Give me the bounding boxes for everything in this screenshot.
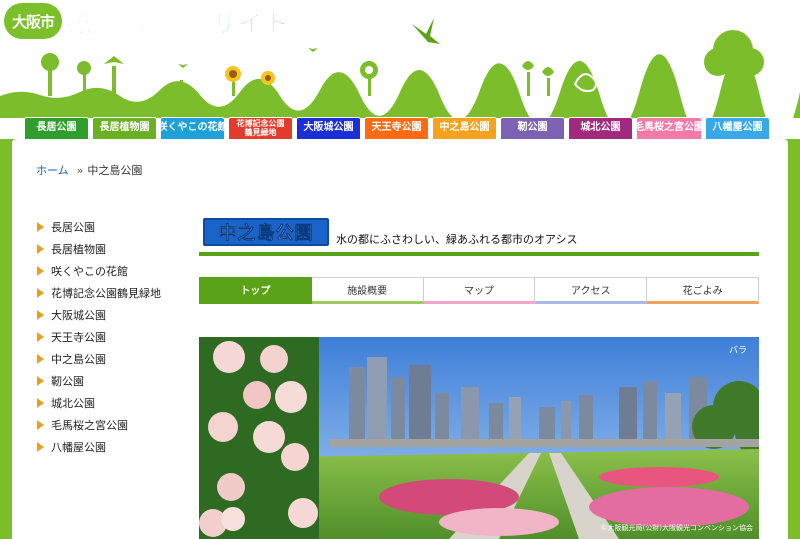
sub-tab-3[interactable]: アクセス	[535, 277, 648, 304]
sidebar-item-0[interactable]: 長居公園	[37, 216, 197, 238]
sidebar-item-5[interactable]: 天王寺公園	[37, 326, 197, 348]
sidebar-item-label: 花博記念公園鶴見緑地	[51, 287, 161, 300]
park-photo-image	[199, 337, 759, 539]
sub-tab-label: マップ	[463, 286, 494, 297]
nav-tab-6[interactable]: 中之島公園	[432, 117, 497, 139]
sidebar-item-2[interactable]: 咲くやこの花館	[37, 260, 197, 282]
sub-tab-2[interactable]: マップ	[423, 277, 536, 304]
arrow-right-icon	[37, 310, 44, 320]
sidebar-item-6[interactable]: 中之島公園	[37, 348, 197, 370]
park-sub-tabs: トップ 施設概要 マップ アクセス 花ごよみ	[199, 277, 759, 304]
nav-tab-label: 長居植物園	[99, 122, 150, 134]
arrow-right-icon	[37, 420, 44, 430]
arrow-right-icon	[37, 332, 44, 342]
arrow-right-icon	[37, 376, 44, 386]
sidebar-item-7[interactable]: 靭公園	[37, 370, 197, 392]
sidebar-item-label: 大阪城公園	[51, 309, 106, 322]
sidebar-item-1[interactable]: 長居植物園	[37, 238, 197, 260]
arrow-right-icon	[37, 222, 44, 232]
title-part-no: の	[139, 13, 161, 38]
nav-tab-3[interactable]: 花博記念公園 鶴見緑地	[228, 117, 293, 139]
photo-label: バラ	[728, 346, 747, 356]
nav-tab-10[interactable]: 八幡屋公園	[705, 117, 770, 139]
nav-tab-7[interactable]: 靭公園	[500, 117, 565, 139]
nav-tab-5[interactable]: 天王寺公園	[364, 117, 429, 139]
nav-tab-label: 靭公園	[517, 122, 548, 134]
title-part-to: と	[92, 13, 114, 38]
park-photo: バラ ©大阪観光局(公財)大阪観光コンベンション協会	[199, 337, 759, 539]
nav-tab-8[interactable]: 城北公園	[568, 117, 633, 139]
sub-tab-0[interactable]: トップ	[199, 277, 312, 304]
nav-tab-label: 八幡屋公園	[712, 122, 763, 134]
sidebar-item-label: 城北公園	[51, 397, 95, 410]
sidebar-item-label: 靭公園	[51, 375, 84, 388]
arrow-right-icon	[37, 398, 44, 408]
nav-tab-4[interactable]: 大阪城公園	[296, 117, 361, 139]
arrow-right-icon	[37, 354, 44, 364]
city-badge[interactable]: 大阪市	[4, 3, 62, 39]
sidebar-item-label: 咲くやこの花館	[51, 265, 128, 278]
nav-tab-9[interactable]: 毛馬桜之宮公園	[634, 117, 704, 139]
photo-credit: ©大阪観光局(公財)大阪観光コンベンション協会	[600, 524, 753, 532]
page-subtitle: 水の都にふさわしい、緑あふれる都市のオアシス	[336, 233, 578, 246]
sidebar-item-3[interactable]: 花博記念公園鶴見緑地	[37, 282, 197, 304]
sidebar-item-label: 中之島公園	[51, 353, 106, 366]
arrow-right-icon	[37, 288, 44, 298]
nav-tab-label: 天王寺公園	[371, 122, 422, 134]
sub-tab-4[interactable]: 花ごよみ	[647, 277, 759, 304]
breadcrumb: ホーム » 中之島公園	[36, 162, 142, 178]
site-title-logo[interactable]: 花と緑の情報サイト	[65, 4, 291, 40]
sub-tab-label: 施設概要	[347, 286, 388, 297]
park-title-box: 中之島公園	[203, 218, 329, 246]
sidebar-item-label: 八幡屋公園	[51, 441, 106, 454]
nav-tab-1[interactable]: 長居植物園	[92, 117, 157, 139]
nav-tab-label: 毛馬桜之宮公園	[634, 122, 704, 134]
sidebar-item-8[interactable]: 城北公園	[37, 392, 197, 414]
breadcrumb-separator: »	[76, 164, 84, 177]
title-part-hana: 花	[65, 9, 93, 39]
park-nav: 長居公園 長居植物園 咲くやこの花館 花博記念公園 鶴見緑地 大阪城公園 天王寺公園 中之島…	[24, 117, 774, 139]
nav-tab-label: 城北公園	[580, 122, 621, 134]
nav-tab-label: 咲くやこの花館	[157, 122, 228, 134]
sub-tab-label: 花ごよみ	[682, 286, 723, 297]
nav-tab-0[interactable]: 長居公園	[24, 117, 89, 139]
sidebar-item-label: 長居植物園	[51, 243, 106, 256]
arrow-right-icon	[37, 244, 44, 254]
sidebar-item-4[interactable]: 大阪城公園	[37, 304, 197, 326]
sub-tab-label: トップ	[240, 286, 271, 297]
nav-tab-2[interactable]: 咲くやこの花館	[157, 117, 228, 139]
nav-tab-label: 大阪城公園	[303, 122, 354, 134]
sub-tab-label: アクセス	[571, 286, 611, 297]
sidebar-item-10[interactable]: 八幡屋公園	[37, 436, 197, 458]
nav-tab-label: 中之島公園	[439, 122, 490, 134]
sidebar-item-label: 天王寺公園	[51, 331, 106, 344]
sub-tab-1[interactable]: 施設概要	[311, 277, 424, 304]
city-name: 大阪市	[11, 12, 55, 31]
title-rule	[199, 252, 759, 256]
sidebar-park-list: 長居公園長居植物園咲くやこの花館花博記念公園鶴見緑地 大阪城公園天王寺公園中之島公…	[37, 216, 197, 458]
sidebar-item-9[interactable]: 毛馬桜之宮公園	[37, 414, 197, 436]
arrow-right-icon	[37, 266, 44, 276]
sidebar-item-label: 毛馬桜之宮公園	[51, 419, 128, 432]
page-title: 中之島公園	[218, 223, 314, 245]
breadcrumb-home-link[interactable]: ホーム	[36, 164, 69, 177]
site-header: 大阪市 花と緑の情報サイト	[0, 0, 800, 118]
nav-tab-label: 花博記念公園 鶴見緑地	[236, 119, 285, 137]
title-part-midori: 緑	[113, 9, 140, 39]
sidebar-item-label: 長居公園	[51, 221, 95, 234]
nav-tab-label: 長居公園	[36, 122, 77, 134]
breadcrumb-current: 中之島公園	[87, 164, 143, 177]
title-part-site: 情報サイト	[160, 9, 291, 39]
arrow-right-icon	[37, 442, 44, 452]
